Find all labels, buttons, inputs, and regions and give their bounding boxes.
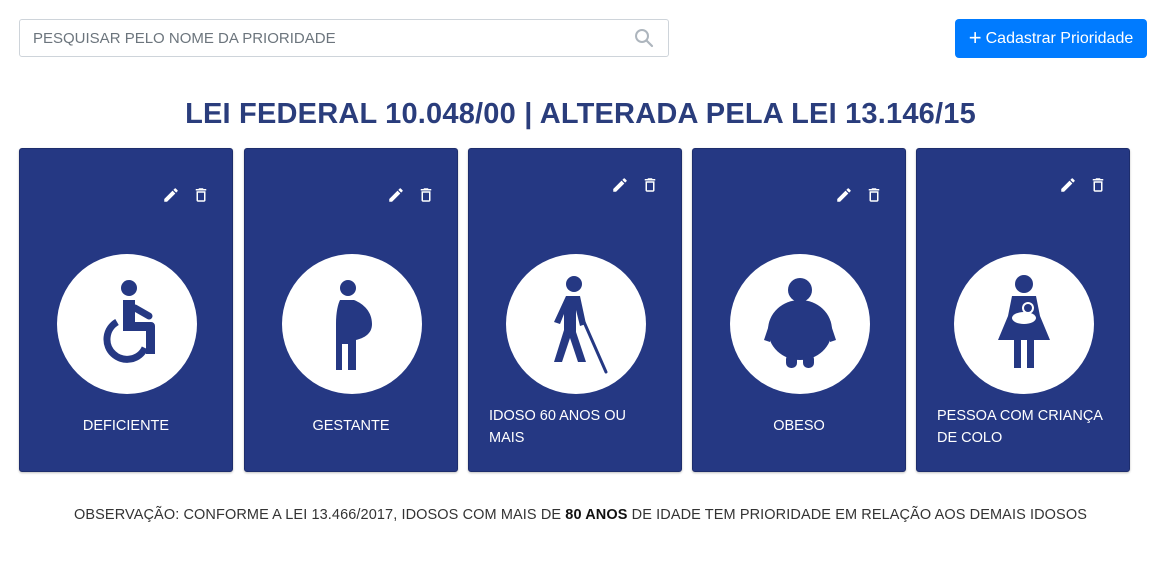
search-icon[interactable] <box>634 28 654 48</box>
search-field[interactable] <box>19 19 669 57</box>
card-label: GESTANTE <box>312 418 390 434</box>
person-with-baby-icon <box>998 275 1050 368</box>
priority-card-idoso: IDOSO 60 ANOS OU MAIS <box>468 148 682 472</box>
observation-text-before: OBSERVAÇÃO: CONFORME A LEI 13.466/2017, … <box>74 507 566 523</box>
pregnant-woman-icon <box>336 280 372 370</box>
search-input[interactable] <box>20 20 610 56</box>
observation-note: OBSERVAÇÃO: CONFORME A LEI 13.466/2017, … <box>0 507 1161 523</box>
add-priority-button[interactable]: + Cadastrar Prioridade <box>955 19 1147 58</box>
edit-icon[interactable] <box>387 185 405 205</box>
delete-icon[interactable] <box>192 185 210 205</box>
card-label: OBESO <box>773 418 825 434</box>
delete-icon[interactable] <box>1089 175 1107 195</box>
edit-icon[interactable] <box>611 175 629 195</box>
wheelchair-icon <box>103 280 155 363</box>
delete-icon[interactable] <box>641 175 659 195</box>
priority-card-gestante: GESTANTE <box>244 148 458 472</box>
card-label: PESSOA COM CRIANÇA DE COLO <box>937 408 1103 446</box>
icon-circle <box>57 254 197 394</box>
page-title: LEI FEDERAL 10.048/00 | ALTERADA PELA LE… <box>185 98 976 130</box>
priority-card-obeso: OBESO <box>692 148 906 472</box>
edit-icon[interactable] <box>1059 175 1077 195</box>
priority-card-crianca-colo: PESSOA COM CRIANÇA DE COLO <box>916 148 1130 472</box>
delete-icon[interactable] <box>417 185 435 205</box>
delete-icon[interactable] <box>865 185 883 205</box>
elderly-blind-icon <box>554 276 608 374</box>
observation-highlight: 80 ANOS <box>565 507 628 523</box>
edit-icon[interactable] <box>162 185 180 205</box>
add-priority-label: Cadastrar Prioridade <box>985 29 1134 47</box>
observation-text-after: DE IDADE TEM PRIORIDADE EM RELAÇÃO AOS D… <box>627 507 1087 523</box>
edit-icon[interactable] <box>835 185 853 205</box>
card-label: DEFICIENTE <box>82 418 170 434</box>
obese-person-icon <box>764 278 836 368</box>
card-label: IDOSO 60 ANOS OU MAIS <box>489 408 626 446</box>
icon-circle <box>954 254 1094 394</box>
icon-circle <box>506 254 646 394</box>
plus-icon: + <box>968 24 982 50</box>
icon-circle <box>730 254 870 394</box>
icon-circle <box>282 254 422 394</box>
priority-card-deficiente: DEFICIENTE <box>19 148 233 472</box>
